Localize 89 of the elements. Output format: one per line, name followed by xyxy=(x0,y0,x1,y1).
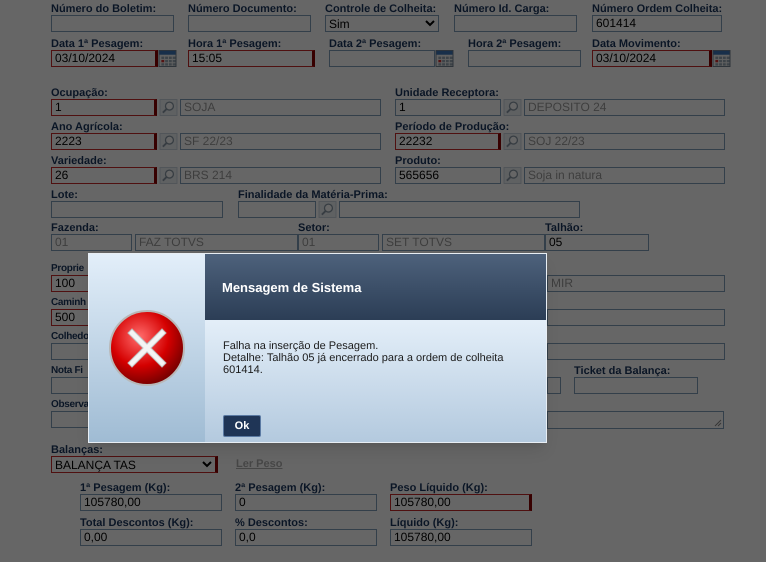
field-label: Número Ordem Colheita: xyxy=(592,3,722,15)
input-field[interactable]: 1 xyxy=(51,99,157,116)
field-label: Setor: xyxy=(298,222,330,234)
field-label: Observa xyxy=(51,399,89,411)
field-label: Produto: xyxy=(395,155,441,167)
input-field[interactable]: 22232 xyxy=(395,133,501,150)
field-label: Número Documento: xyxy=(188,3,297,15)
input-field[interactable] xyxy=(329,50,435,67)
field-label: Controle de Colheita: xyxy=(325,3,436,15)
input-field[interactable]: 0 xyxy=(235,494,377,511)
field-label: % Descontos: xyxy=(235,517,308,529)
field-label: Data Movimento: xyxy=(592,38,681,50)
select-dropdown[interactable]: BALANÇA TAS xyxy=(51,456,218,473)
input-field[interactable]: 500 xyxy=(51,309,91,326)
input-field[interactable] xyxy=(468,50,581,67)
field-label: Talhão: xyxy=(545,222,584,234)
chevron-down-icon xyxy=(202,461,212,468)
input-field[interactable]: 0,0 xyxy=(235,529,377,546)
input-field[interactable]: 565656 xyxy=(395,167,501,184)
search-icon[interactable] xyxy=(318,201,337,218)
select-dropdown[interactable]: Sim xyxy=(325,15,439,32)
field-label: Proprie xyxy=(51,263,84,275)
field-label: Nota Fi xyxy=(51,365,83,377)
input-field[interactable]: 100 xyxy=(51,275,91,292)
ok-button[interactable]: Ok xyxy=(223,415,261,437)
field-label: Data 1ª Pesagem: xyxy=(51,38,144,50)
search-icon[interactable] xyxy=(159,133,178,150)
field-label: Número Id. Carga: xyxy=(454,3,550,15)
calendar-icon[interactable] xyxy=(158,50,177,67)
input-field[interactable] xyxy=(51,201,223,218)
field-label: Lote: xyxy=(51,189,78,201)
text-area[interactable] xyxy=(547,411,724,429)
input-field[interactable]: 105780,00 xyxy=(390,529,532,546)
field-label: Ocupação: xyxy=(51,87,108,99)
resize-grip-icon xyxy=(714,419,722,427)
input-field[interactable]: 0,00 xyxy=(80,529,222,546)
search-icon[interactable] xyxy=(503,167,522,184)
input-field[interactable] xyxy=(454,15,577,32)
input-field[interactable]: 2223 xyxy=(51,133,157,150)
input-field[interactable]: 105780,00 xyxy=(390,494,532,511)
calendar-icon[interactable] xyxy=(712,50,731,67)
field-label: Variedade: xyxy=(51,155,107,167)
field-label: Balanças: xyxy=(51,444,103,456)
input-field[interactable] xyxy=(547,343,725,360)
input-field[interactable] xyxy=(547,309,725,326)
input-field[interactable] xyxy=(188,15,311,32)
input-field[interactable] xyxy=(51,411,91,428)
input-field[interactable] xyxy=(339,201,580,218)
field-label: Fazenda: xyxy=(51,222,99,234)
input-field[interactable]: 105780,00 xyxy=(80,494,222,511)
calendar-icon[interactable] xyxy=(435,50,454,67)
search-icon[interactable] xyxy=(503,133,522,150)
input-field[interactable]: 03/10/2024 xyxy=(592,50,712,67)
input-field[interactable] xyxy=(51,15,174,32)
field-label: 2ª Pesagem (Kg): xyxy=(235,482,326,494)
input-field[interactable] xyxy=(51,343,91,360)
input-field[interactable]: 03/10/2024 xyxy=(51,50,158,67)
dialog-message: Detalhe: Talhão 05 já encerrado para a ordem de colheita 601414. xyxy=(223,352,504,376)
search-icon[interactable] xyxy=(503,99,522,116)
field-label: Colhedo xyxy=(51,331,89,343)
field-label: Número do Boletim: xyxy=(51,3,156,15)
field-label: Hora 1ª Pesagem: xyxy=(188,38,282,50)
search-icon[interactable] xyxy=(159,167,178,184)
field-label: Período de Produção: xyxy=(395,121,510,133)
input-field[interactable] xyxy=(574,377,698,394)
field-label: Finalidade da Matéria-Prima: xyxy=(238,189,388,201)
input-field[interactable]: 05 xyxy=(545,234,649,251)
input-field[interactable]: 1 xyxy=(395,99,501,116)
input-field[interactable] xyxy=(51,377,91,394)
chevron-down-icon xyxy=(425,20,435,27)
error-icon xyxy=(108,309,186,387)
input-field[interactable]: 15:05 xyxy=(188,50,315,67)
input-field[interactable] xyxy=(238,201,316,218)
field-label: Ano Agrícola: xyxy=(51,121,123,133)
dialog-message: Falha na inserção de Pesagem. xyxy=(223,340,380,352)
field-label: Ticket da Balança: xyxy=(574,365,670,377)
field-label: Hora 2ª Pesagem: xyxy=(468,38,562,50)
field-label: Total Descontos (Kg): xyxy=(80,517,194,529)
input-field[interactable]: 601414 xyxy=(592,15,722,32)
field-label: Unidade Receptora: xyxy=(395,87,499,99)
input-field[interactable] xyxy=(547,377,561,394)
field-label: Data 2ª Pesagem: xyxy=(329,38,422,50)
input-field[interactable]: 26 xyxy=(51,167,157,184)
field-label: Peso Líquido (Kg): xyxy=(390,482,488,494)
search-icon[interactable] xyxy=(159,99,178,116)
field-label: Líquido (Kg): xyxy=(390,517,458,529)
dialog-title: Mensagem de Sistema xyxy=(222,279,362,298)
field-label: Caminh xyxy=(51,297,86,309)
field-label: 1ª Pesagem (Kg): xyxy=(80,482,170,494)
